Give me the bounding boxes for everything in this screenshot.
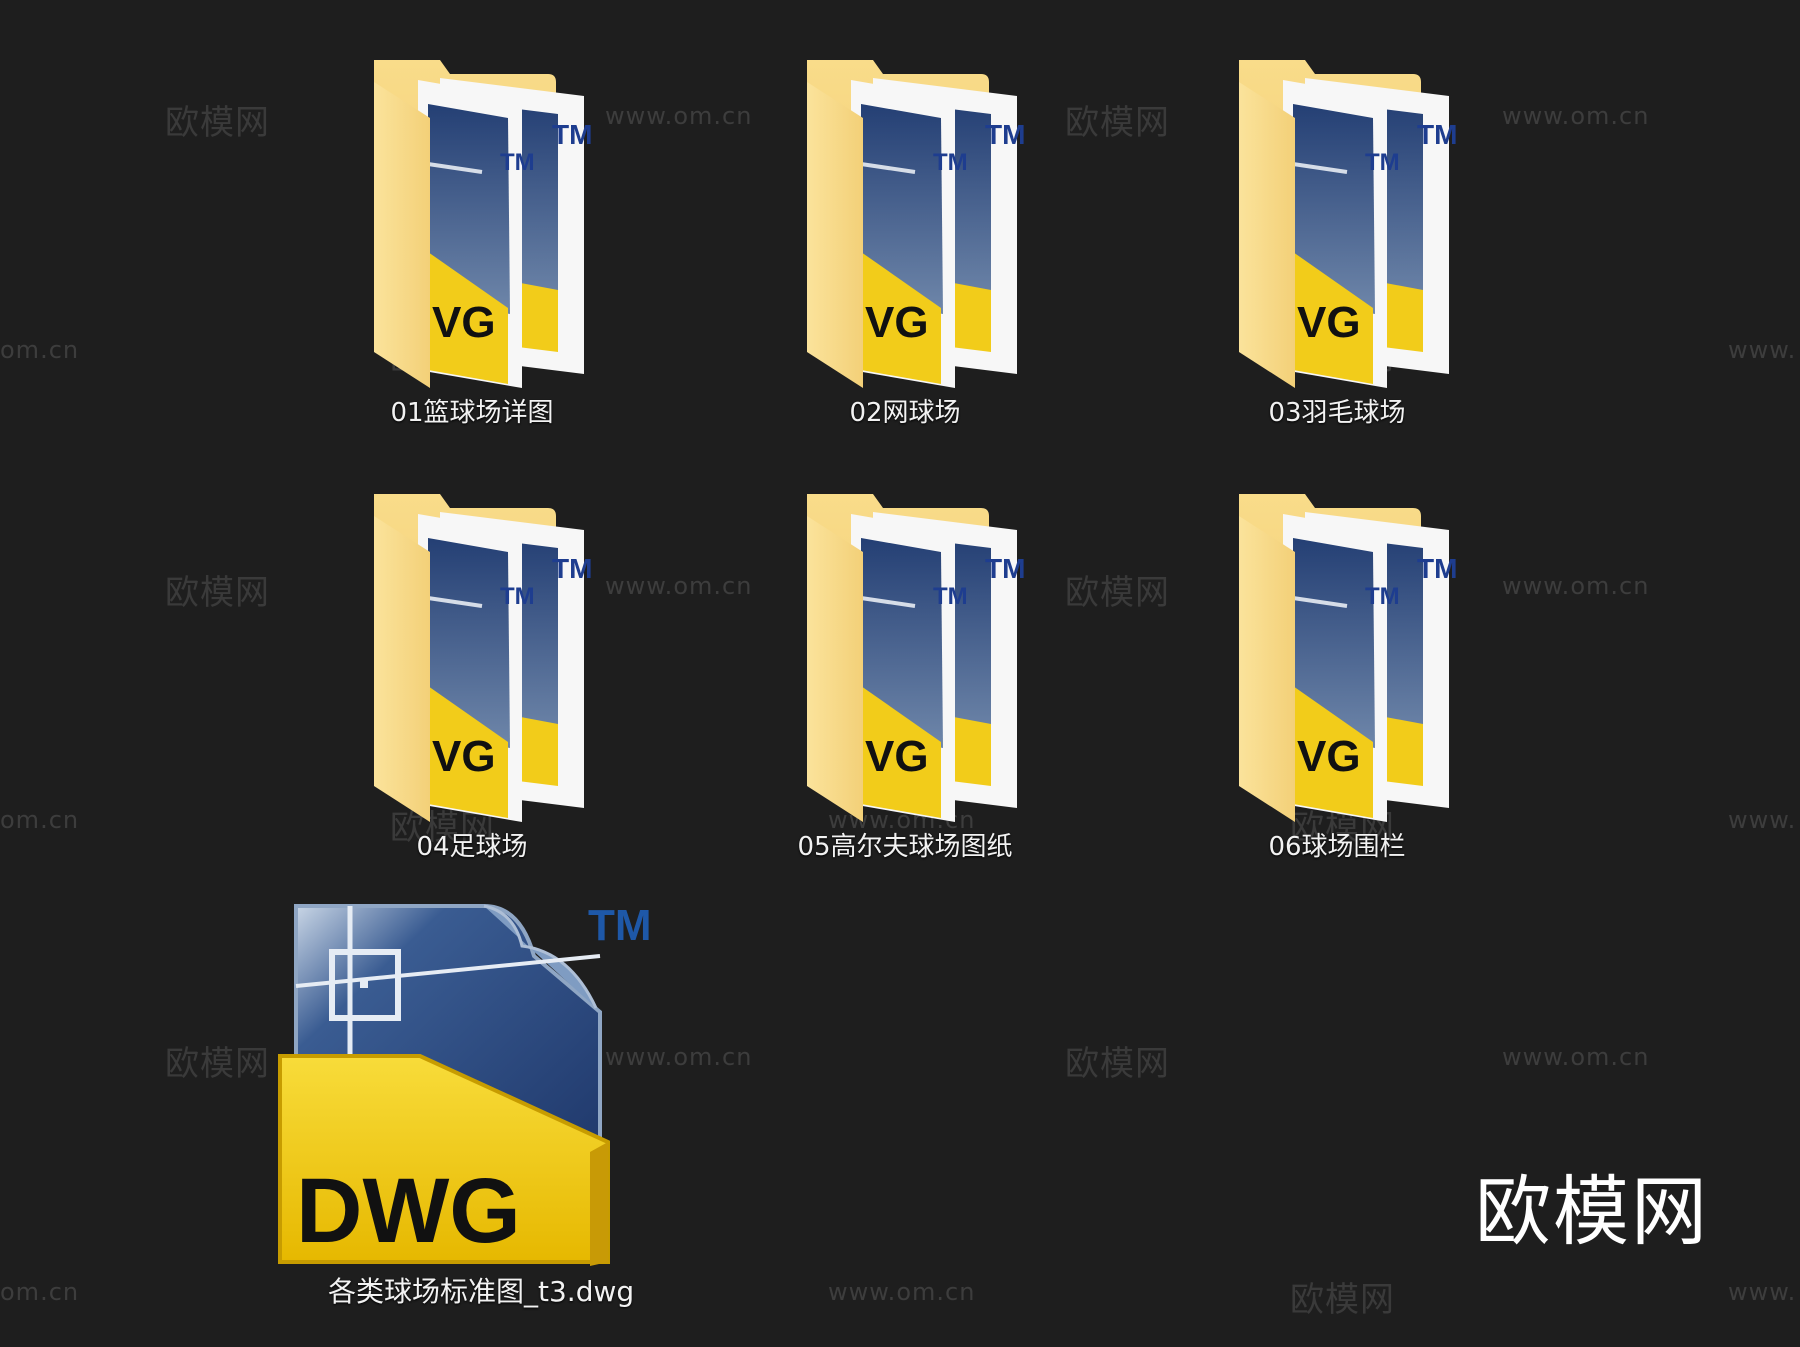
watermark-brand: 欧模网 <box>165 1044 270 1084</box>
folder-label: 02网球场 <box>849 398 961 428</box>
watermark-url: www.om.cn <box>605 102 753 130</box>
watermark-url-partial: www. <box>1728 1278 1797 1306</box>
watermark-brand: 欧模网 <box>1065 573 1170 613</box>
dwg-file-item[interactable]: DWG TM 各类球场标准图_t3.dwg <box>270 896 690 1308</box>
folder-label: 05高尔夫球场图纸 <box>797 832 1013 862</box>
folder-item[interactable]: 01篮球场详图 <box>322 52 622 429</box>
folder-item[interactable]: 02网球场 <box>755 52 1055 429</box>
watermark-url-partial: www. <box>1728 336 1797 364</box>
folder-item[interactable]: 03羽毛球场 <box>1187 52 1487 429</box>
watermark-brand: 欧模网 <box>1290 1280 1395 1320</box>
watermark-url: www.om.cn <box>1502 102 1650 130</box>
folder-dwg-icon <box>1187 52 1487 392</box>
folder-label: 03羽毛球场 <box>1268 398 1406 428</box>
watermark-url: www.om.cn <box>828 1278 976 1306</box>
watermark-brand: 欧模网 <box>1065 1044 1170 1084</box>
watermark-url-partial: www. <box>1728 806 1797 834</box>
folder-label: 01篮球场详图 <box>390 398 554 428</box>
folder-item[interactable]: 06球场围栏 <box>1187 486 1487 863</box>
folder-dwg-icon <box>322 486 622 826</box>
tm-mark: TM <box>588 901 652 950</box>
folder-dwg-icon <box>1187 486 1487 826</box>
brand-watermark: 欧模网 <box>1475 1167 1709 1256</box>
folder-label: 04足球场 <box>416 832 528 862</box>
watermark-brand: 欧模网 <box>1065 103 1170 143</box>
watermark-url: www.om.cn <box>1502 572 1650 600</box>
watermark-url: www.om.cn <box>605 572 753 600</box>
watermark-url: www.om.cn <box>1502 1043 1650 1071</box>
folder-dwg-icon <box>322 52 622 392</box>
folder-item[interactable]: 05高尔夫球场图纸 <box>755 486 1055 863</box>
file-label: 各类球场标准图_t3.dwg <box>328 1275 635 1308</box>
folder-label: 06球场围栏 <box>1268 832 1406 862</box>
watermark-brand: 欧模网 <box>165 573 270 613</box>
dwg-badge-text: DWG <box>296 1160 521 1262</box>
watermark-brand: 欧模网 <box>165 103 270 143</box>
folder-dwg-icon <box>755 486 1055 826</box>
watermark-url-partial: om.cn <box>0 806 80 834</box>
watermark-url-partial: om.cn <box>0 336 80 364</box>
watermark-url-partial: om.cn <box>0 1278 80 1306</box>
folder-dwg-icon <box>755 52 1055 392</box>
folder-item[interactable]: 04足球场 <box>322 486 622 863</box>
dwg-file-icon: DWG TM <box>278 901 652 1266</box>
